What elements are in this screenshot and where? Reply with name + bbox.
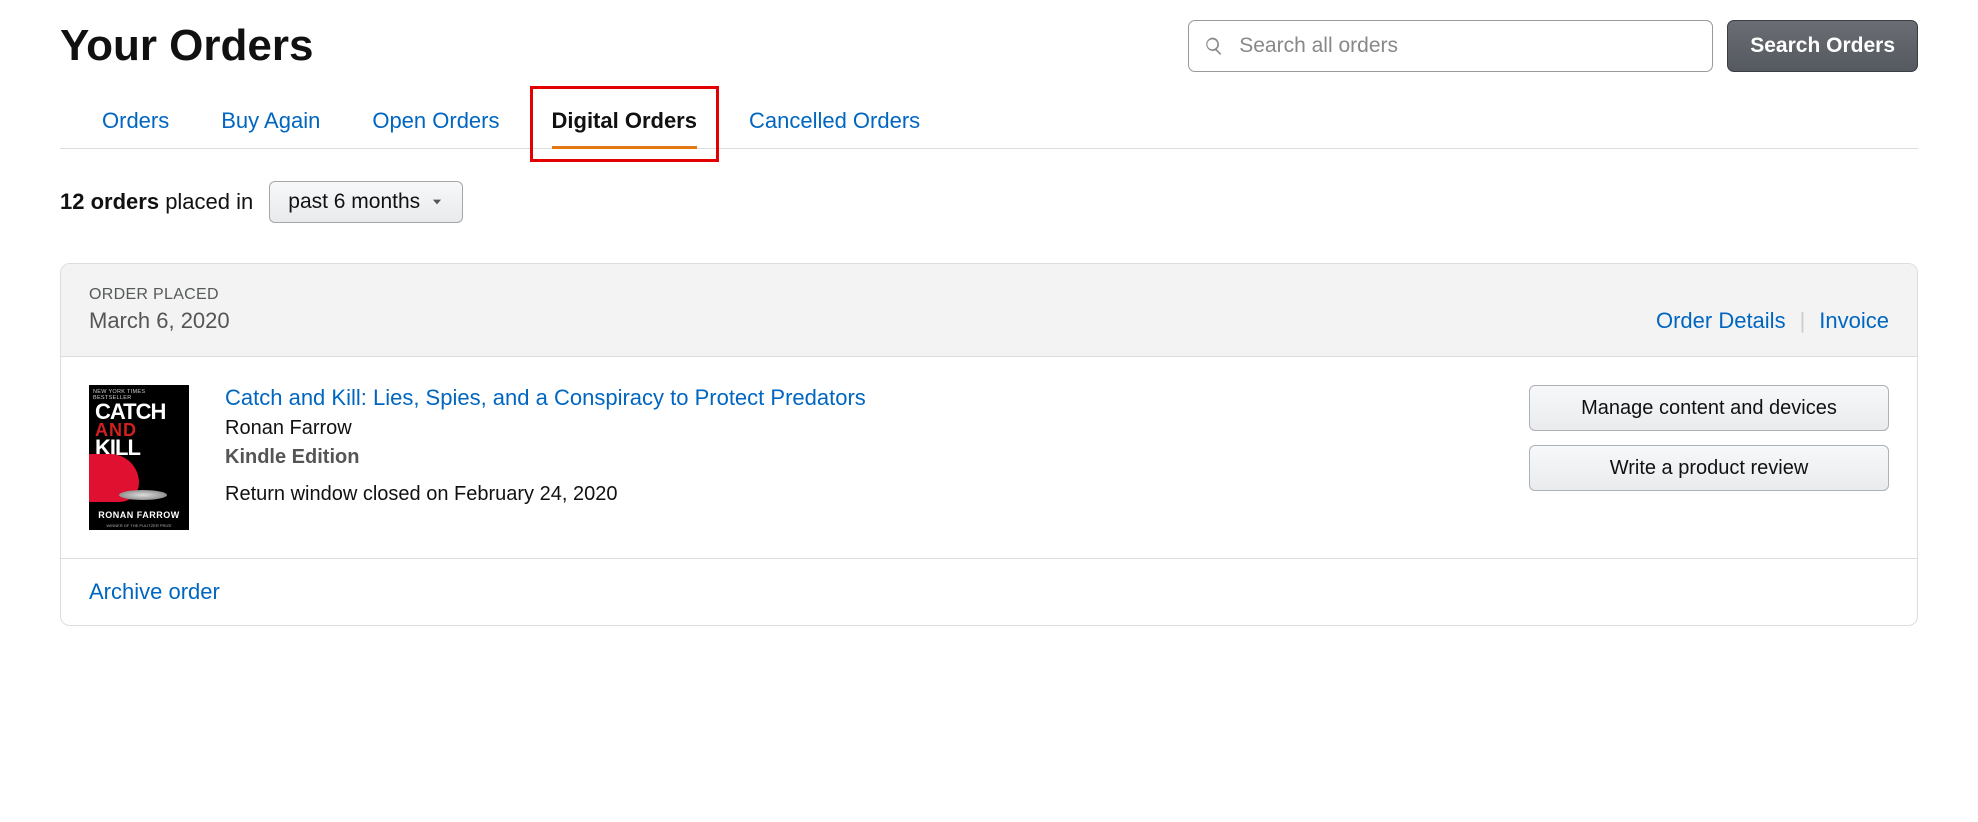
order-card: ORDER PLACED March 6, 2020 Order Details… bbox=[60, 263, 1918, 626]
product-author: Ronan Farrow bbox=[225, 417, 1493, 440]
write-review-button[interactable]: Write a product review bbox=[1529, 445, 1889, 491]
divider: | bbox=[1800, 308, 1806, 334]
time-range-select[interactable]: past 6 months bbox=[269, 181, 463, 223]
time-range-value: past 6 months bbox=[288, 190, 420, 214]
chevron-down-icon bbox=[430, 195, 444, 209]
tab-orders[interactable]: Orders bbox=[102, 100, 169, 148]
tab-digital-orders[interactable]: Digital Orders bbox=[552, 100, 697, 148]
order-placed-date: March 6, 2020 bbox=[89, 308, 230, 334]
tab-buy-again[interactable]: Buy Again bbox=[221, 100, 320, 148]
page-title: Your Orders bbox=[60, 21, 313, 71]
product-format: Kindle Edition bbox=[225, 446, 1493, 469]
tab-cancelled-orders[interactable]: Cancelled Orders bbox=[749, 100, 920, 148]
search-input[interactable] bbox=[1188, 20, 1713, 72]
manage-content-button[interactable]: Manage content and devices bbox=[1529, 385, 1889, 431]
tabs: Orders Buy Again Open Orders Digital Ord… bbox=[60, 100, 1918, 149]
product-image[interactable]: NEW YORK TIMES BESTSELLER CATCH AND KILL… bbox=[89, 385, 189, 530]
return-window-note: Return window closed on February 24, 202… bbox=[225, 483, 1493, 506]
product-title-link[interactable]: Catch and Kill: Lies, Spies, and a Consp… bbox=[225, 385, 1493, 411]
filter-row: 12 orders placed in past 6 months bbox=[60, 181, 1918, 223]
invoice-link[interactable]: Invoice bbox=[1819, 308, 1889, 334]
tab-open-orders[interactable]: Open Orders bbox=[372, 100, 499, 148]
placed-in-label: placed in bbox=[165, 189, 253, 214]
order-count: 12 orders bbox=[60, 189, 159, 214]
archive-order-link[interactable]: Archive order bbox=[89, 579, 220, 604]
order-placed-label: ORDER PLACED bbox=[89, 286, 230, 304]
order-details-link[interactable]: Order Details bbox=[1656, 308, 1786, 334]
search-orders-button[interactable]: Search Orders bbox=[1727, 20, 1918, 72]
search-icon bbox=[1204, 36, 1224, 56]
tab-digital-orders-label: Digital Orders bbox=[552, 108, 697, 133]
